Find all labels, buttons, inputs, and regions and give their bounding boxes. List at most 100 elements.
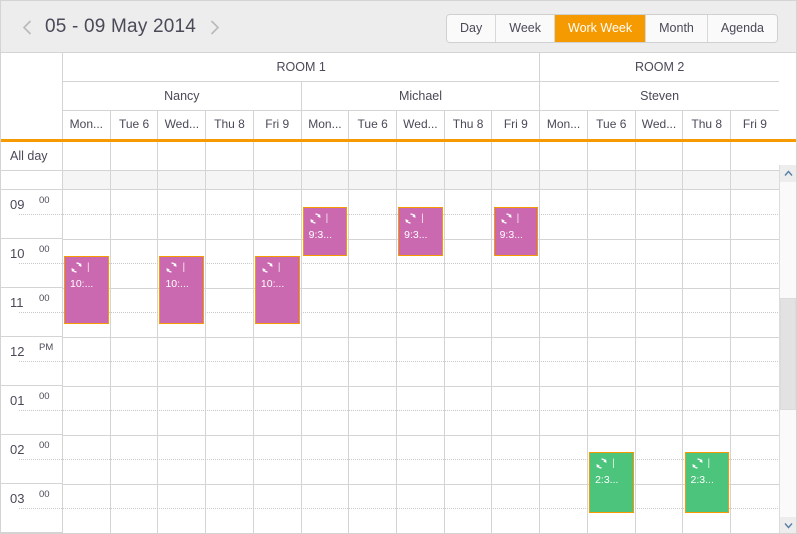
all-day-cell[interactable] (63, 142, 111, 171)
all-day-cell[interactable] (254, 142, 302, 171)
appointment[interactable]: |9:3... (303, 207, 348, 256)
all-day-cell[interactable] (492, 142, 540, 171)
all-day-cell[interactable] (158, 142, 206, 171)
spacer-cells (63, 171, 796, 190)
all-day-cell[interactable] (206, 142, 254, 171)
appointment-header: | (500, 211, 534, 226)
grid-column[interactable] (254, 190, 302, 534)
appointment[interactable]: | 9:3... (494, 207, 539, 256)
view-switcher: Day Week Work Week Month Agenda (446, 14, 778, 43)
spacer-cell (206, 171, 254, 190)
day-header-cell[interactable]: Mon... (302, 111, 350, 139)
appointment-header: | (165, 260, 199, 275)
scrollbar-thumb[interactable] (780, 298, 796, 410)
appointment-title: | (326, 213, 329, 224)
time-hour-text: 03 (10, 491, 24, 506)
all-day-cell[interactable] (397, 142, 445, 171)
all-day-cell[interactable] (349, 142, 397, 171)
appointment[interactable]: |10:... (255, 256, 300, 324)
appointment-title: | (421, 213, 424, 224)
day-header-cell[interactable]: Wed... (397, 111, 445, 139)
view-button-week[interactable]: Week (496, 15, 555, 42)
day-header-cell[interactable]: Tue 6 (111, 111, 159, 139)
day-header-cell[interactable]: Wed... (158, 111, 206, 139)
recurrence-icon (261, 261, 274, 274)
all-day-cell[interactable] (683, 142, 731, 171)
day-header-cell[interactable]: Thu 8 (683, 111, 731, 139)
all-day-cell[interactable] (636, 142, 684, 171)
day-header-cell[interactable]: Fri 9 (731, 111, 779, 139)
view-button-agenda[interactable]: Agenda (708, 15, 777, 42)
appointment-time: 9:3... (500, 229, 534, 241)
day-header-cell[interactable]: Mon... (540, 111, 588, 139)
next-period-button[interactable] (204, 14, 224, 40)
grid-column[interactable] (540, 190, 588, 534)
recurrence-icon (165, 261, 178, 274)
grid-column[interactable] (158, 190, 206, 534)
day-header-cell[interactable]: Fri 9 (492, 111, 540, 139)
appointment-header: | (404, 211, 438, 226)
person-header-steven: Steven (540, 82, 779, 111)
grid-column[interactable] (63, 190, 111, 534)
grid-column[interactable] (445, 190, 493, 534)
scheduler-widget: 05 - 09 May 2014 Day Week Work Week Mont… (0, 0, 797, 534)
day-header-cell[interactable]: Thu 8 (206, 111, 254, 139)
appointment-header: | (309, 211, 343, 226)
spacer-cell (731, 171, 779, 190)
all-day-cell[interactable] (731, 142, 779, 171)
room-header-row: ROOM 1ROOM 2 (63, 53, 796, 82)
appointment-grid[interactable]: |10:...|10:...|10:...|9:3...|9:3...|9:3.… (63, 190, 796, 534)
all-day-label: All day (1, 142, 63, 171)
all-day-cell[interactable] (445, 142, 493, 171)
header-gutter-corner (1, 53, 63, 139)
appointment-time: 2:3... (595, 474, 629, 486)
day-header-cell[interactable]: Wed... (636, 111, 684, 139)
half-hour-divider (19, 410, 62, 411)
day-header-cell[interactable]: Mon... (63, 111, 111, 139)
view-button-day[interactable]: Day (447, 15, 496, 42)
appointment[interactable]: |10:... (64, 256, 109, 324)
appointment-time: 10:... (70, 278, 104, 290)
time-hour-text: 01 (10, 393, 24, 408)
grid-column[interactable] (206, 190, 254, 534)
appointment-title: | (612, 458, 615, 469)
spacer-cell (302, 171, 350, 190)
grid-column[interactable] (111, 190, 159, 534)
appointment-header: | (595, 456, 629, 471)
spacer-cell (540, 171, 588, 190)
recurrence-icon (500, 212, 513, 225)
recurrence-icon (309, 212, 322, 225)
scrollbar-track[interactable] (780, 182, 796, 517)
scroll-up-button[interactable] (780, 165, 796, 182)
view-button-work-week[interactable]: Work Week (555, 15, 646, 42)
date-navigation: 05 - 09 May 2014 (17, 1, 224, 53)
view-button-month[interactable]: Month (646, 15, 708, 42)
all-day-cell[interactable] (540, 142, 588, 171)
day-header-cell[interactable]: Tue 6 (349, 111, 397, 139)
day-header-cell[interactable]: Thu 8 (445, 111, 493, 139)
day-header-cell[interactable]: Tue 6 (588, 111, 636, 139)
all-day-cell[interactable] (588, 142, 636, 171)
grid-column[interactable] (636, 190, 684, 534)
all-day-cells (63, 142, 796, 171)
appointment[interactable]: |10:... (159, 256, 204, 324)
room-header-1: ROOM 1 (63, 53, 540, 82)
grid-column[interactable] (349, 190, 397, 534)
scheduler-content: 09001000110012PM0100020003000400 |10:...… (1, 190, 796, 534)
all-day-row: All day (1, 142, 796, 171)
appointment[interactable]: | 2:3... (589, 452, 634, 513)
appointment[interactable]: |2:3... (685, 452, 730, 513)
day-header-cell[interactable]: Fri 9 (254, 111, 302, 139)
all-day-cell[interactable] (111, 142, 159, 171)
grid-column[interactable] (731, 190, 779, 534)
scroll-down-button[interactable] (780, 517, 796, 534)
all-day-cell[interactable] (302, 142, 350, 171)
appointment-title: | (182, 262, 185, 273)
time-slot-label: 12PM (1, 337, 62, 386)
appointment[interactable]: |9:3... (398, 207, 443, 256)
previous-period-button[interactable] (17, 14, 37, 40)
header-spacer-row (1, 171, 796, 190)
time-minute-text: PM (39, 342, 53, 353)
spacer-cell (349, 171, 397, 190)
vertical-scrollbar[interactable] (779, 165, 796, 534)
